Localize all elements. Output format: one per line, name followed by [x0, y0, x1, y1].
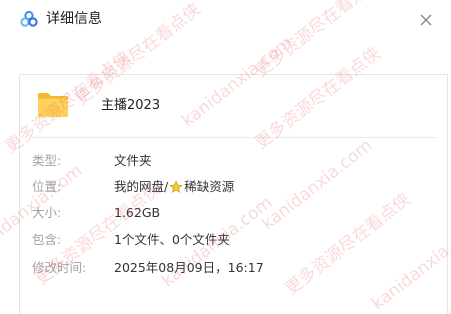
detail-row-type: 类型: 文件夹	[32, 151, 432, 171]
dialog-header: 详细信息	[0, 0, 451, 40]
location-path[interactable]: 我的网盘/ 稀缺资源	[114, 177, 234, 197]
location-prefix: 我的网盘/	[114, 179, 169, 194]
detail-row-size: 大小: 1.62GB	[32, 203, 432, 223]
location-suffix: 稀缺资源	[184, 179, 235, 194]
file-name: 主播2023	[101, 98, 161, 113]
close-icon	[420, 14, 432, 26]
detail-value: 1.62GB	[114, 205, 161, 220]
detail-label: 修改时间:	[32, 260, 87, 275]
detail-label: 类型:	[32, 153, 62, 168]
detail-label: 位置:	[32, 179, 62, 194]
details-panel: 主播2023 类型: 文件夹 位置: 我的网盘/ 稀缺资源 大小: 1.62GB…	[19, 74, 448, 314]
detail-row-contains: 包含: 1个文件、0个文件夹	[32, 230, 432, 250]
detail-value: 1个文件、0个文件夹	[114, 232, 230, 247]
close-button[interactable]	[414, 8, 438, 32]
star-icon	[169, 180, 183, 193]
folder-icon	[38, 93, 68, 117]
detail-row-location: 位置: 我的网盘/ 稀缺资源	[32, 177, 432, 197]
baidu-netdisk-cloud-icon	[20, 10, 38, 27]
detail-value: 2025年08月09日，16:17	[114, 260, 264, 275]
dialog-title: 详细信息	[46, 11, 102, 27]
detail-label: 包含:	[32, 232, 62, 247]
detail-value: 文件夹	[114, 153, 152, 168]
divider	[32, 137, 437, 138]
detail-row-modified: 修改时间: 2025年08月09日，16:17	[32, 258, 432, 278]
detail-label: 大小:	[32, 205, 62, 220]
